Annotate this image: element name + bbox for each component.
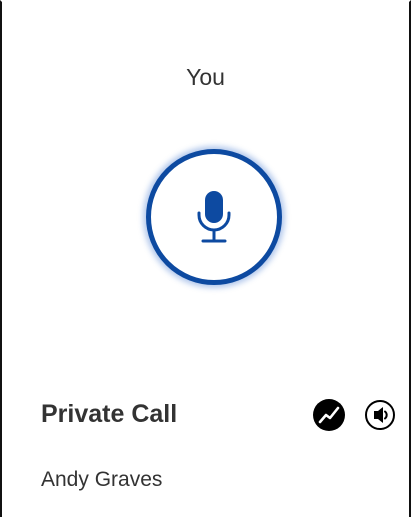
signal-strength-icon [313, 399, 345, 431]
microphone-icon [197, 191, 231, 243]
caller-name: Andy Graves [41, 468, 163, 491]
call-panel: You Private Call Andy Graves [0, 0, 411, 517]
speaker-icon[interactable] [364, 399, 396, 431]
call-type-title: Private Call [41, 400, 178, 428]
push-to-talk-button[interactable] [146, 149, 282, 285]
current-speaker-label: You [186, 64, 225, 90]
